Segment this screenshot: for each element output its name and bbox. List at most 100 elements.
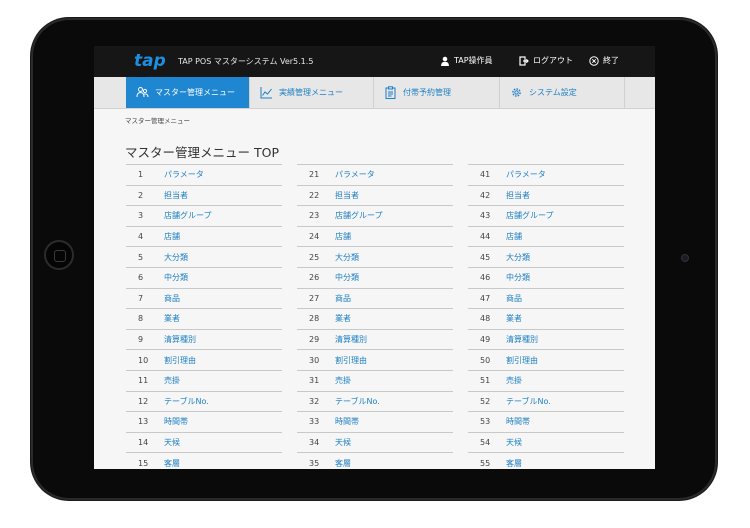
tab-reservation[interactable]: 付帯予約管理 <box>374 77 500 108</box>
menu-item-number: 24 <box>309 232 320 242</box>
logout-button[interactable]: ログアウト <box>519 55 573 66</box>
user-label: TAP操作員 <box>454 56 493 65</box>
home-button[interactable] <box>44 240 74 270</box>
app-logo: tap <box>134 51 166 71</box>
menu-item-link[interactable]: 客層 <box>335 458 351 469</box>
menu-item-link[interactable]: 商品 <box>335 293 351 304</box>
menu-item-link[interactable]: 担当者 <box>164 190 188 201</box>
menu-item-link[interactable]: パラメータ <box>335 169 375 180</box>
menu-row: 13 時間帯 <box>126 411 282 432</box>
menu-item-link[interactable]: 中分類 <box>506 272 530 283</box>
menu-item-link[interactable]: パラメータ <box>506 169 546 180</box>
menu-item-link[interactable]: 大分類 <box>506 252 530 263</box>
gear-icon <box>512 88 521 97</box>
menu-row: 52 テーブルNo. <box>468 390 624 412</box>
menu-row: 24 店舗 <box>297 225 453 247</box>
menu-item-link[interactable]: 店舗グループ <box>506 210 554 221</box>
menu-item-link[interactable]: 店舗 <box>164 231 180 242</box>
menu-item-number: 42 <box>480 190 491 200</box>
menu-item-link[interactable]: 割引理由 <box>335 355 367 366</box>
menu-row: 7 商品 <box>126 287 282 309</box>
menu-column-3: 41 パラメータ 42 担当者 43 店舗グループ 44 店舗 45 大分類 46 中分類 47 商品 48… <box>468 164 624 469</box>
menu-item-link[interactable]: 担当者 <box>335 190 359 201</box>
menu-row: 22 担当者 <box>297 184 453 206</box>
tab-results-menu[interactable]: 実績管理メニュー <box>250 77 374 108</box>
menu-row: 41 パラメータ <box>468 164 624 185</box>
tab-system-settings[interactable]: システム設定 <box>500 77 625 108</box>
menu-row: 47 商品 <box>468 287 624 309</box>
menu-item-link[interactable]: 業者 <box>335 313 351 324</box>
menu-item-link[interactable]: 割引理由 <box>506 355 538 366</box>
menu-row: 8 業者 <box>126 308 282 329</box>
menu-item-number: 3 <box>138 211 144 221</box>
menu-item-link[interactable]: 店舗 <box>506 231 522 242</box>
camera-icon <box>681 254 689 262</box>
menu-row: 34 天候 <box>297 431 453 453</box>
menu-item-number: 31 <box>309 376 320 386</box>
tab-master-menu[interactable]: マスター管理メニュー <box>126 77 250 108</box>
menu-item-link[interactable]: 中分類 <box>164 272 188 283</box>
menu-item-link[interactable]: 商品 <box>506 293 522 304</box>
menu-item-link[interactable]: 担当者 <box>506 190 530 201</box>
menu-item-link[interactable]: 業者 <box>164 313 180 324</box>
menu-item-link[interactable]: 店舗 <box>335 231 351 242</box>
menu-item-link[interactable]: 清算種別 <box>506 334 538 345</box>
menu-item-link[interactable]: 売掛 <box>164 375 180 386</box>
home-button-icon <box>54 250 66 262</box>
menu-item-number: 9 <box>138 335 144 345</box>
menu-item-link[interactable]: 売掛 <box>506 375 522 386</box>
menu-row: 21 パラメータ <box>297 164 453 185</box>
menu-item-link[interactable]: テーブルNo. <box>164 396 209 407</box>
menu-item-number: 55 <box>480 458 491 468</box>
menu-item-link[interactable]: 店舗グループ <box>164 210 212 221</box>
menu-item-link[interactable]: 天候 <box>335 437 351 448</box>
menu-item-link[interactable]: 大分類 <box>164 252 188 263</box>
menu-item-number: 26 <box>309 273 320 283</box>
menu-item-link[interactable]: 売掛 <box>335 375 351 386</box>
menu-row: 3 店舗グループ <box>126 205 282 226</box>
user-button[interactable]: TAP操作員 <box>440 55 493 66</box>
menu-item-link[interactable]: 大分類 <box>335 252 359 263</box>
menu-item-number: 52 <box>480 396 491 406</box>
menu-item-link[interactable]: 時間帯 <box>335 416 359 427</box>
menu-item-link[interactable]: 割引理由 <box>164 355 196 366</box>
menu-item-link[interactable]: テーブルNo. <box>506 396 551 407</box>
menu-row: 15 客層 <box>126 452 282 469</box>
menu-item-number: 29 <box>309 335 320 345</box>
screen: tap TAP POS マスターシステム Ver5.1.5 TAP操作員 ログア… <box>94 46 655 469</box>
menu-item-link[interactable]: 天候 <box>506 437 522 448</box>
menu-item-link[interactable]: 清算種別 <box>164 334 196 345</box>
menu-item-number: 54 <box>480 438 491 448</box>
menu-item-link[interactable]: パラメータ <box>164 169 204 180</box>
menu-row: 1 パラメータ <box>126 164 282 185</box>
menu-item-link[interactable]: 時間帯 <box>164 416 188 427</box>
menu-item-link[interactable]: 清算種別 <box>335 334 367 345</box>
menu-row: 9 清算種別 <box>126 328 282 350</box>
menu-row: 32 テーブルNo. <box>297 390 453 412</box>
menu-item-number: 47 <box>480 293 491 303</box>
menu-row: 14 天候 <box>126 431 282 453</box>
menu-item-link[interactable]: 業者 <box>506 313 522 324</box>
menu-item-link[interactable]: 商品 <box>164 293 180 304</box>
menu-item-number: 27 <box>309 293 320 303</box>
menu-item-link[interactable]: 店舗グループ <box>335 210 383 221</box>
menu-item-number: 2 <box>138 190 144 200</box>
menu-item-number: 10 <box>138 355 149 365</box>
menu-item-link[interactable]: 天候 <box>164 437 180 448</box>
menu-item-link[interactable]: 客層 <box>506 458 522 469</box>
menu-item-link[interactable]: テーブルNo. <box>335 396 380 407</box>
menu-row: 4 店舗 <box>126 225 282 247</box>
tab-master-menu-label: マスター管理メニュー <box>155 88 235 97</box>
menu-item-link[interactable]: 客層 <box>164 458 180 469</box>
menu-row: 42 担当者 <box>468 184 624 206</box>
exit-button[interactable]: 終了 <box>589 55 619 66</box>
menu-item-link[interactable]: 時間帯 <box>506 416 530 427</box>
menu-row: 49 清算種別 <box>468 328 624 350</box>
menu-column-1: 1 パラメータ 2 担当者 3 店舗グループ 4 店舗 5 大分類 6 中分類 7 商品 8 業者 9 清算種別 1… <box>126 164 282 469</box>
menu-item-number: 8 <box>138 314 144 324</box>
clipboard-icon <box>385 86 396 99</box>
menu-row: 26 中分類 <box>297 266 453 288</box>
people-icon <box>136 87 149 98</box>
logout-label: ログアウト <box>533 56 573 65</box>
menu-item-link[interactable]: 中分類 <box>335 272 359 283</box>
